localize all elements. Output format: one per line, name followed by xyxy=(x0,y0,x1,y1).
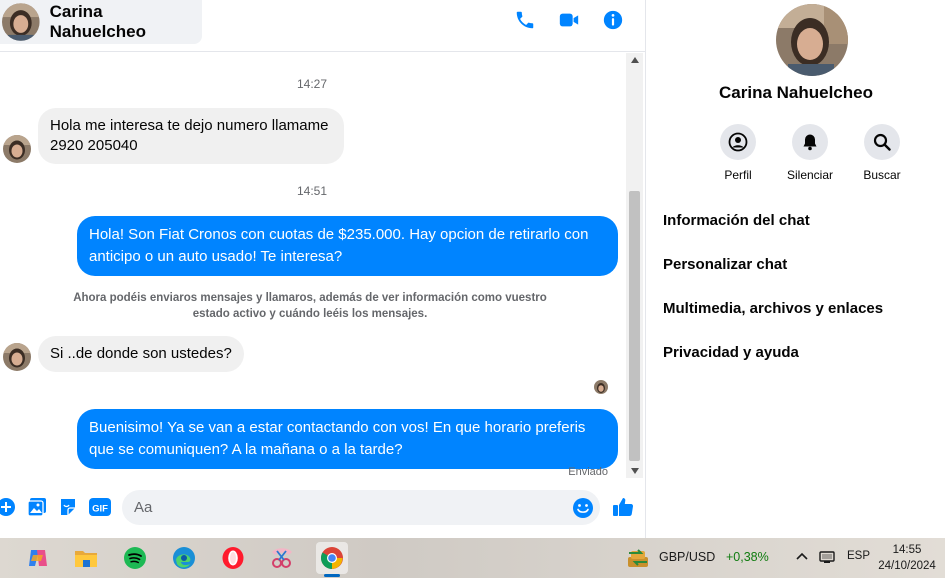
contact-name: Carina Nahuelcheo xyxy=(49,2,146,41)
search-button[interactable]: Buscar xyxy=(852,124,912,182)
clock-time: 14:55 xyxy=(892,544,922,556)
chat-header: Carina Nahuelcheo xyxy=(0,0,645,52)
sender-avatar[interactable] xyxy=(3,343,31,371)
snipping-tool-icon[interactable] xyxy=(266,542,298,574)
copilot-icon[interactable] xyxy=(22,542,54,574)
timestamp: 14:27 xyxy=(296,77,328,91)
video-camera-icon[interactable] xyxy=(557,8,581,32)
active-app-indicator xyxy=(324,574,340,577)
system-clock[interactable]: 14:55 24/10/2024 xyxy=(872,542,942,574)
search-icon xyxy=(873,133,891,151)
header-actions xyxy=(513,8,625,32)
incoming-message[interactable]: Si ..de donde son ustedes? xyxy=(38,336,244,372)
message-input-container[interactable] xyxy=(122,490,600,525)
profile-button[interactable]: Perfil xyxy=(708,124,768,182)
profile-avatar[interactable] xyxy=(776,4,848,76)
outgoing-message[interactable]: Buenisimo! Ya se van a estar contactando… xyxy=(77,409,618,469)
read-receipt-avatar xyxy=(594,380,608,394)
scroll-down-arrow-icon[interactable] xyxy=(626,464,643,478)
ticker-label[interactable]: GBP/USD xyxy=(659,550,715,564)
contact-avatar xyxy=(2,3,40,41)
chrome-icon[interactable] xyxy=(316,542,348,574)
message-list: 14:27 Hola me interesa te dejo numero ll… xyxy=(0,53,624,480)
scroll-thumb[interactable] xyxy=(629,191,640,461)
image-icon[interactable] xyxy=(26,496,48,518)
opera-icon[interactable] xyxy=(217,542,249,574)
menu-customize-chat[interactable]: Personalizar chat xyxy=(663,256,787,273)
message-scrollbar[interactable] xyxy=(626,53,643,478)
language-indicator[interactable]: ESP xyxy=(847,550,870,562)
sender-avatar[interactable] xyxy=(3,135,31,163)
menu-privacy-help[interactable]: Privacidad y ayuda xyxy=(663,344,799,361)
chevron-up-icon[interactable] xyxy=(796,551,808,561)
bell-icon xyxy=(803,134,817,151)
menu-media-files-links[interactable]: Multimedia, archivos y enlaces xyxy=(663,300,883,317)
chat-pane: Carina Nahuelcheo 14:27 Hola me interesa… xyxy=(0,0,645,538)
message-status: Enviado xyxy=(568,466,608,478)
gif-icon[interactable]: GIF xyxy=(89,496,111,518)
sticker-icon[interactable] xyxy=(57,496,79,518)
thumbs-up-icon[interactable] xyxy=(611,495,635,519)
mute-button[interactable]: Silenciar xyxy=(780,124,840,182)
message-input[interactable] xyxy=(134,490,554,525)
search-label: Buscar xyxy=(863,168,901,182)
network-icon[interactable] xyxy=(818,549,836,565)
incoming-message[interactable]: Hola me interesa te dejo numero llamame … xyxy=(38,108,344,164)
phone-icon[interactable] xyxy=(513,8,537,32)
chat-info-panel: Carina Nahuelcheo Perfil Silenciar Busca… xyxy=(645,0,945,538)
plus-circle-icon[interactable] xyxy=(0,496,17,518)
gif-label: GIF xyxy=(92,504,108,515)
message-composer: GIF xyxy=(0,488,645,528)
menu-chat-info[interactable]: Información del chat xyxy=(663,212,810,229)
currency-exchange-icon[interactable] xyxy=(625,547,651,569)
emoji-icon[interactable] xyxy=(572,497,594,519)
chat-notice: Ahora podéis enviaros mensajes y llamaro… xyxy=(73,292,547,320)
contact-header-button[interactable]: Carina Nahuelcheo xyxy=(0,0,202,44)
messenger-window: Carina Nahuelcheo 14:27 Hola me interesa… xyxy=(0,0,945,578)
clock-date: 24/10/2024 xyxy=(878,560,936,572)
info-icon[interactable] xyxy=(601,8,625,32)
outgoing-message[interactable]: Hola! Son Fiat Cronos con cuotas de $235… xyxy=(77,216,618,276)
profile-icon xyxy=(728,132,748,152)
timestamp: 14:51 xyxy=(296,184,328,198)
profile-actions: Perfil Silenciar Buscar xyxy=(706,124,936,184)
scroll-up-arrow-icon[interactable] xyxy=(626,53,643,67)
windows-taskbar: GBP/USD +0,38% ESP 14:55 24/10/2024 xyxy=(0,538,945,578)
ticker-change: +0,38% xyxy=(726,550,769,564)
file-explorer-icon[interactable] xyxy=(70,542,102,574)
spotify-icon[interactable] xyxy=(119,542,151,574)
profile-label: Perfil xyxy=(724,168,752,182)
mute-label: Silenciar xyxy=(786,168,834,182)
profile-name: Carina Nahuelcheo xyxy=(719,83,873,102)
edge-icon[interactable] xyxy=(168,542,200,574)
